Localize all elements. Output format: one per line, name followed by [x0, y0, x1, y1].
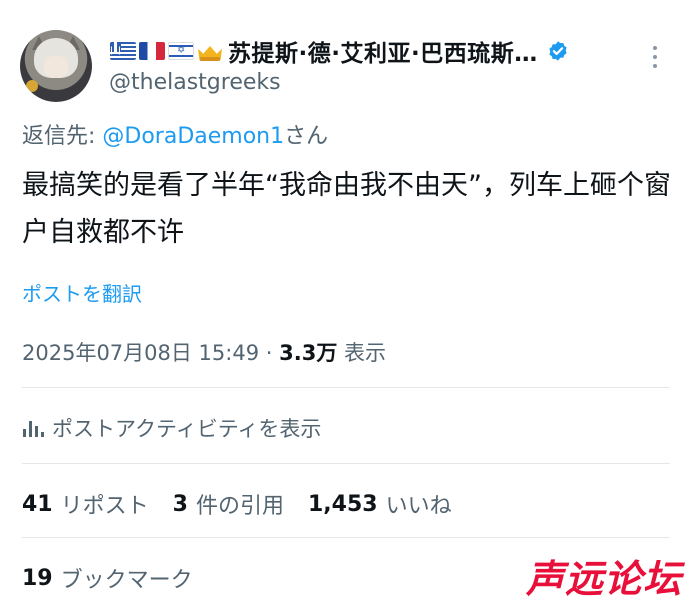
analytics-icon [22, 418, 44, 438]
reply-mention-link[interactable]: @DoraDaemon1 [102, 124, 284, 149]
bookmarks-stat[interactable]: 19 ブックマーク [22, 562, 193, 594]
author-name-row[interactable]: 苏提斯·德·艾利亚·巴西琉斯… [110, 34, 569, 68]
divider [22, 463, 670, 464]
quotes-label: 件の引用 [195, 494, 284, 519]
greece-flag-icon [110, 42, 136, 60]
reposts-stat[interactable]: 41 リポスト [22, 488, 149, 520]
watermark-logo: 声远论坛 [525, 557, 682, 601]
translate-post-link[interactable]: ポストを翻訳 [22, 278, 142, 307]
crown-icon [197, 40, 223, 62]
likes-label: いいね [385, 494, 452, 519]
timestamp[interactable]: 2025年07月08日 15:49 [22, 341, 259, 365]
likes-count: 1,453 [307, 491, 378, 517]
author-display-name[interactable]: 苏提斯·德·艾利亚·巴西琉斯… [228, 34, 538, 68]
reply-prefix: 返信先: [22, 124, 103, 149]
tweet-meta: 2025年07月08日 15:49 · 3.3万 表示 [22, 337, 386, 367]
reply-to-line: 返信先: @DoraDaemon1さん [22, 118, 328, 150]
avatar-badge [26, 80, 38, 92]
verified-badge-icon [549, 41, 567, 61]
avatar-face [44, 56, 68, 78]
post-activity-link[interactable]: ポストアクティビティを表示 [22, 412, 321, 444]
divider [22, 387, 670, 388]
bookmarks-count: 19 [22, 565, 53, 591]
post-activity-label: ポストアクティビティを表示 [52, 417, 322, 441]
views-label: 表示 [337, 341, 387, 365]
tweet-text: 最搞笑的是看了半年“我命由我不由天”，列车上砸个窗户自救都不许 [22, 170, 671, 248]
bookmarks-label: ブックマーク [60, 568, 193, 593]
divider [22, 537, 670, 538]
quotes-stat[interactable]: 3 件の引用 [173, 488, 284, 520]
more-options-icon[interactable] [650, 46, 660, 72]
views-count: 3.3万 [279, 341, 338, 365]
likes-stat[interactable]: 1,453 いいね [308, 488, 452, 520]
avatar[interactable] [20, 30, 92, 102]
israel-flag-icon [168, 42, 194, 60]
france-flag-icon [139, 42, 165, 60]
quotes-count: 3 [172, 491, 188, 517]
meta-separator: · [259, 341, 280, 365]
engagement-stats: 41 リポスト 3 件の引用 1,453 いいね [22, 488, 476, 520]
reposts-label: リポスト [60, 494, 149, 519]
reposts-count: 41 [22, 491, 53, 517]
author-handle[interactable]: @thelastgreeks [109, 70, 281, 95]
reply-suffix: さん [284, 124, 329, 149]
